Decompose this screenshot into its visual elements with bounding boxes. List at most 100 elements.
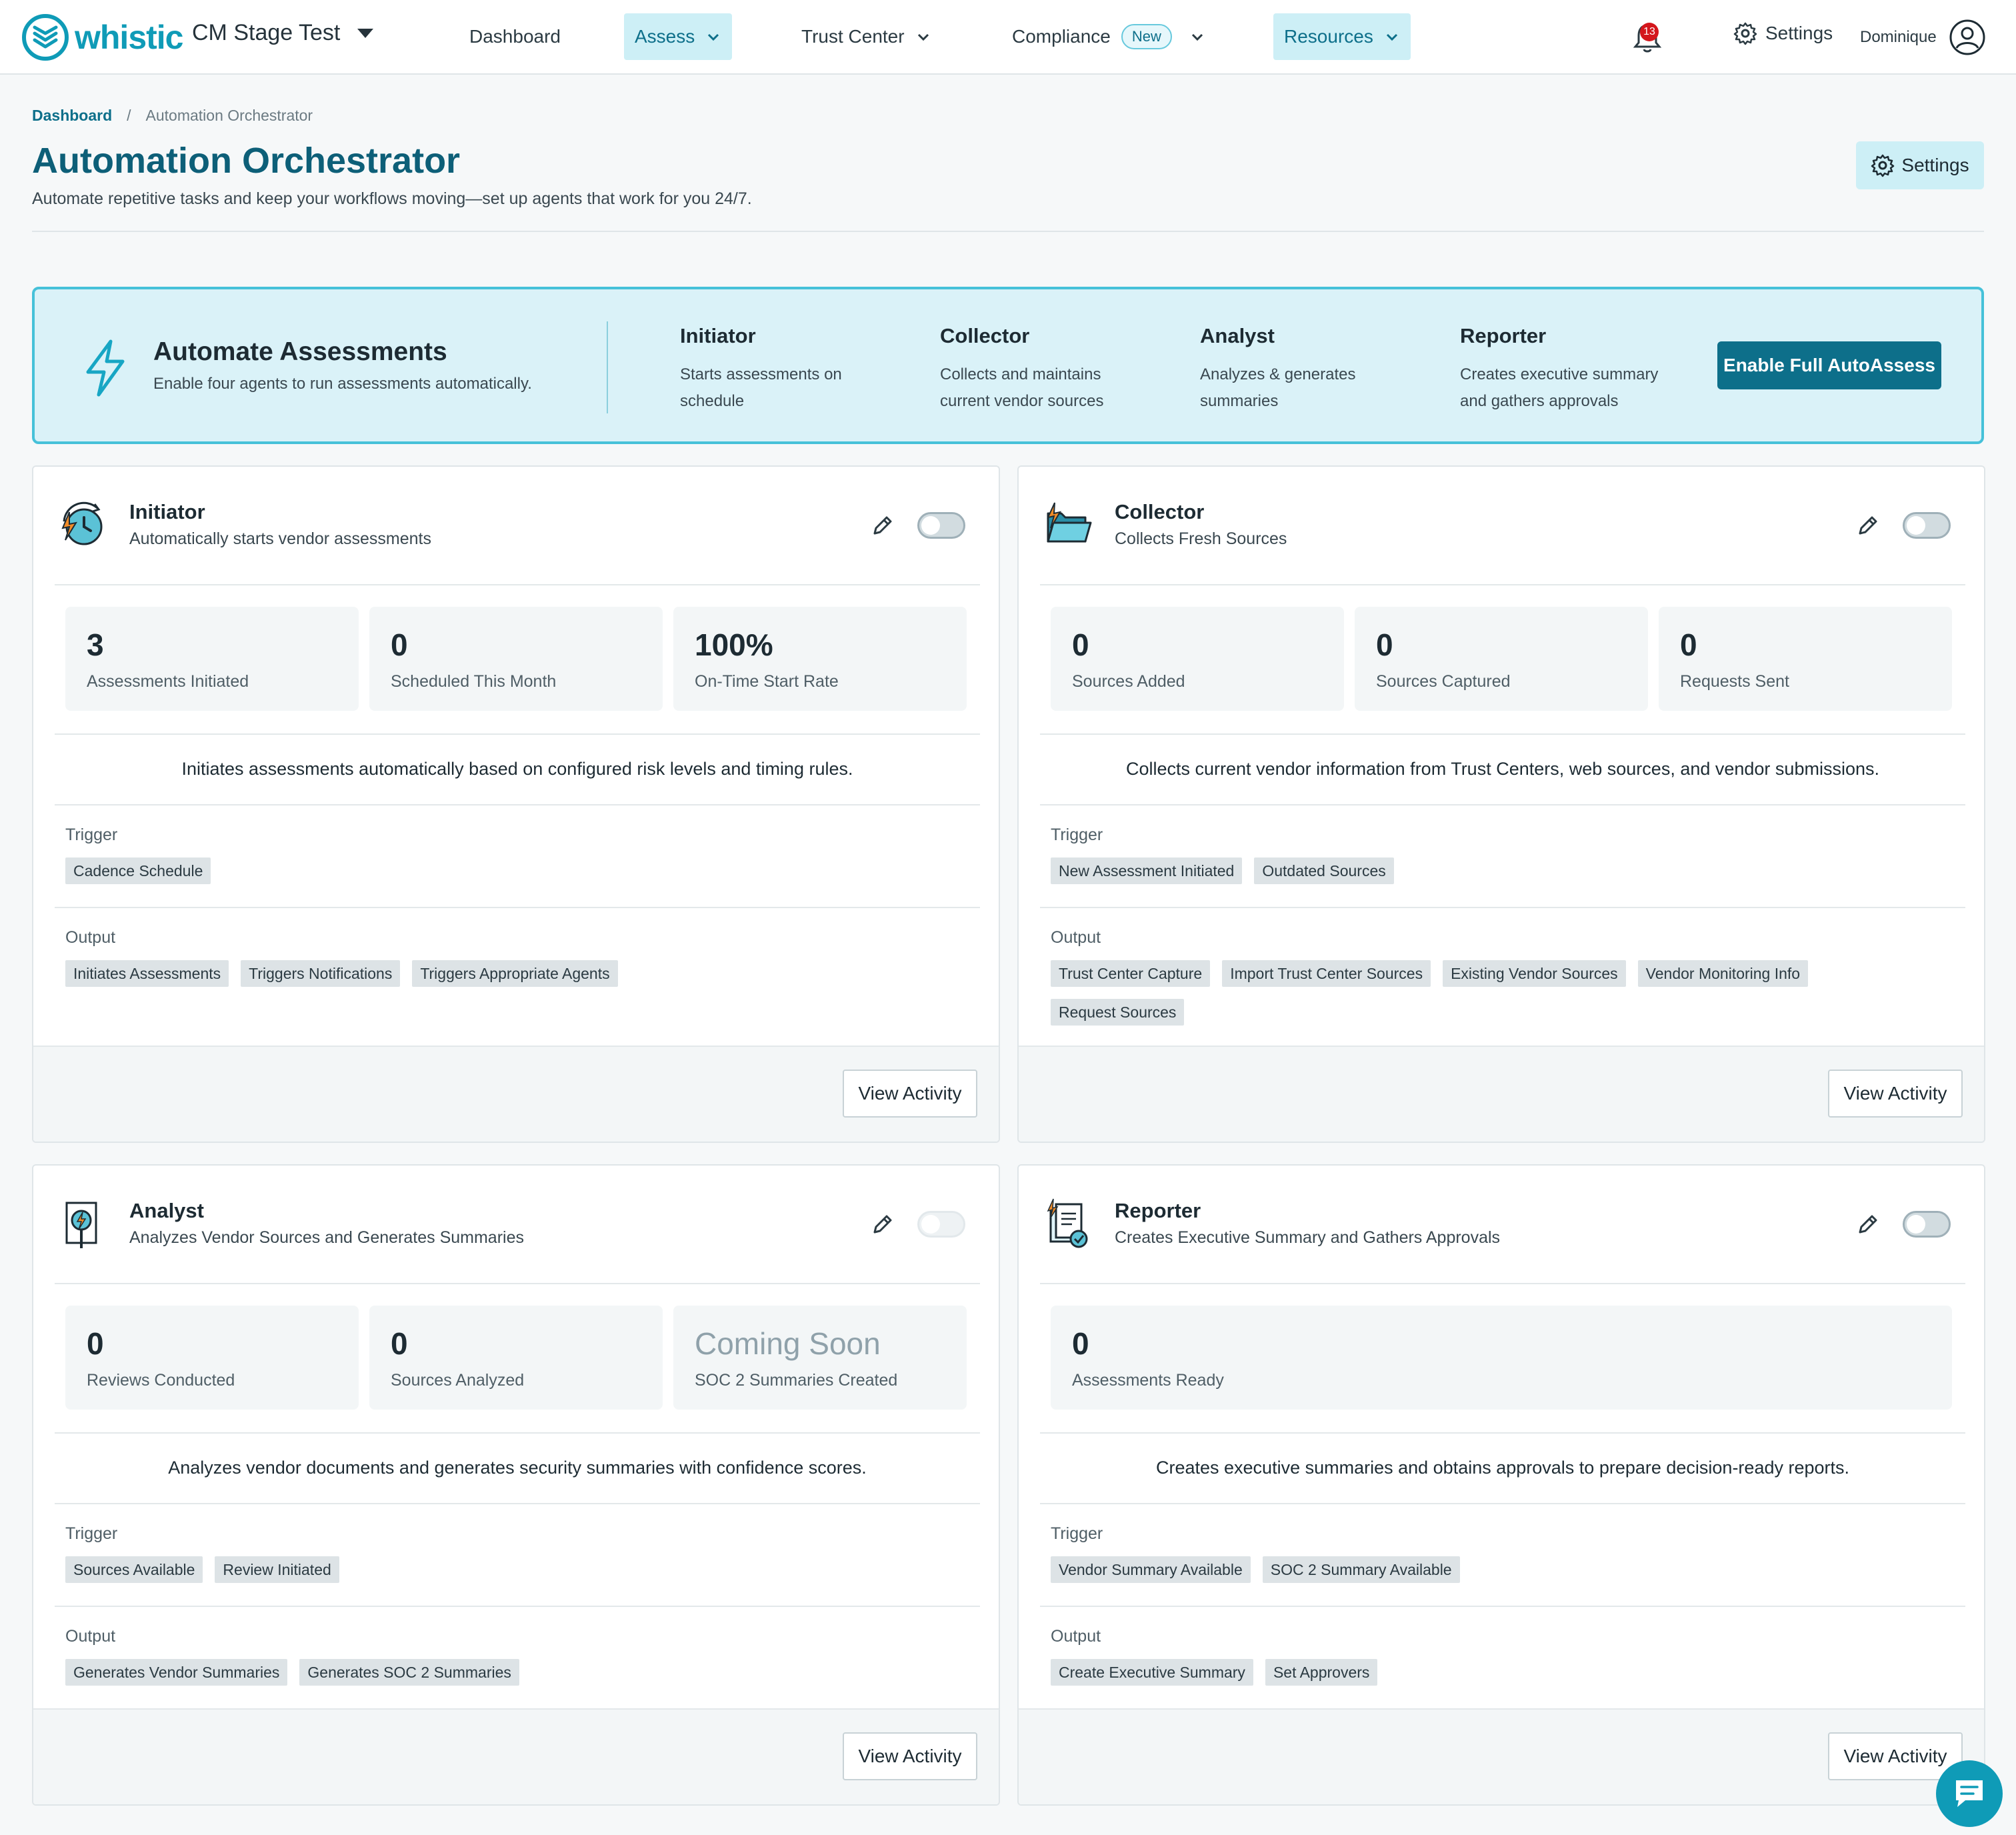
agent-enabled-toggle[interactable] xyxy=(917,1211,965,1238)
nav-resources[interactable]: Resources xyxy=(1273,13,1411,60)
trigger-label: Trigger xyxy=(65,825,118,844)
chevron-down-icon xyxy=(708,33,719,41)
card-title: Initiator xyxy=(129,500,205,523)
nav-assess-label: Assess xyxy=(635,26,695,47)
banner-agent-name: Initiator xyxy=(680,324,756,347)
brand-logo[interactable]: whistic xyxy=(21,9,183,65)
stat-value: 0 xyxy=(1680,627,1697,662)
output-chip: Request Sources xyxy=(1051,999,1185,1026)
output-chips: Create Executive Summary Set Approvers xyxy=(1051,1659,1957,1698)
output-chip: Set Approvers xyxy=(1265,1659,1378,1686)
stat-label: Sources Analyzed xyxy=(391,1371,525,1390)
chevron-down-icon xyxy=(1386,33,1397,41)
nav-assess[interactable]: Assess xyxy=(624,13,733,60)
user-menu[interactable]: Dominique xyxy=(1860,19,1986,56)
banner-title: Automate Assessments xyxy=(153,337,447,366)
pencil-edit-icon[interactable] xyxy=(1856,513,1880,537)
card-divider xyxy=(1040,1283,1965,1284)
page-title: Automation Orchestrator xyxy=(32,141,461,181)
card-subtitle: Analyzes Vendor Sources and Generates Su… xyxy=(129,1228,524,1247)
output-chip: Generates SOC 2 Summaries xyxy=(299,1659,519,1686)
agent-enabled-toggle[interactable] xyxy=(1903,1211,1951,1238)
view-activity-button[interactable]: View Activity xyxy=(843,1070,977,1118)
card-divider xyxy=(55,1432,980,1434)
pencil-edit-icon[interactable] xyxy=(1856,1212,1880,1236)
agent-enabled-toggle[interactable] xyxy=(917,512,965,539)
stat-tile: 3 Assessments Initiated xyxy=(65,607,359,711)
pencil-edit-icon[interactable] xyxy=(871,1212,895,1236)
trigger-chips: Vendor Summary Available SOC 2 Summary A… xyxy=(1051,1556,1957,1595)
card-divider xyxy=(1040,1432,1965,1434)
toggle-knob xyxy=(921,516,940,535)
nav-compliance[interactable]: Compliance New xyxy=(1001,13,1216,60)
user-name: Dominique xyxy=(1860,28,1937,46)
stat-tile: Coming Soon SOC 2 Summaries Created xyxy=(673,1306,967,1410)
recurring-schedule-icon xyxy=(61,501,103,545)
breadcrumb-separator: / xyxy=(127,107,131,124)
banner-subtitle: Enable four agents to run assessments au… xyxy=(153,375,532,393)
trigger-label: Trigger xyxy=(1051,1524,1103,1543)
nav-dashboard[interactable]: Dashboard xyxy=(459,13,571,60)
pencil-edit-icon[interactable] xyxy=(871,513,895,537)
view-activity-button[interactable]: View Activity xyxy=(843,1732,977,1780)
card-divider xyxy=(55,1606,980,1607)
banner-agent-desc-line2: summaries xyxy=(1200,392,1279,410)
banner-agent-initiator: Initiator Starts assessments on schedule xyxy=(680,324,907,415)
agent-card-reporter: Reporter Creates Executive Summary and G… xyxy=(1017,1164,1985,1806)
stat-value: 0 xyxy=(1072,1326,1089,1361)
output-chips: Generates Vendor Summaries Generates SOC… xyxy=(65,1659,972,1698)
page-settings-button[interactable]: Settings xyxy=(1856,141,1984,189)
output-label: Output xyxy=(1051,928,1101,947)
output-chip: Triggers Notifications xyxy=(241,960,401,987)
output-chip: Triggers Appropriate Agents xyxy=(412,960,618,987)
chevron-down-icon xyxy=(1191,33,1203,41)
nav-resources-label: Resources xyxy=(1284,26,1373,47)
enable-full-autoassess-button[interactable]: Enable Full AutoAssess xyxy=(1717,341,1941,389)
chat-support-button[interactable] xyxy=(1936,1760,2003,1827)
trigger-chips: Cadence Schedule xyxy=(65,857,972,896)
stat-label: Assessments Initiated xyxy=(87,672,249,691)
stat-label: On-Time Start Rate xyxy=(695,672,839,691)
output-chip: Generates Vendor Summaries xyxy=(65,1659,288,1686)
breadcrumb: Dashboard / Automation Orchestrator xyxy=(32,107,313,125)
whistic-logo-icon xyxy=(22,14,69,61)
top-settings-label: Settings xyxy=(1765,23,1833,43)
card-divider xyxy=(1040,1606,1965,1607)
output-chip: Create Executive Summary xyxy=(1051,1659,1253,1686)
org-switcher[interactable]: CM Stage Test xyxy=(192,20,374,46)
card-footer: View Activity xyxy=(1019,1046,1984,1142)
stat-value: 0 xyxy=(1072,627,1089,662)
trigger-chip: Review Initiated xyxy=(215,1556,339,1583)
agent-enabled-toggle[interactable] xyxy=(1903,512,1951,539)
stat-label: Requests Sent xyxy=(1680,672,1789,691)
view-activity-button[interactable]: View Activity xyxy=(1828,1070,1963,1118)
stat-label: SOC 2 Summaries Created xyxy=(695,1371,898,1390)
agent-card-analyst: Analyst Analyzes Vendor Sources and Gene… xyxy=(32,1164,1000,1806)
trigger-chip: Sources Available xyxy=(65,1556,203,1583)
banner-agent-desc-line2: and gathers approvals xyxy=(1460,392,1619,410)
user-avatar-icon xyxy=(1949,19,1985,55)
banner-agent-desc-line1: Starts assessments on xyxy=(680,365,842,383)
card-footer: View Activity xyxy=(33,1708,999,1804)
trigger-chip: Cadence Schedule xyxy=(65,857,211,884)
banner-agent-analyst: Analyst Analyzes & generates summaries xyxy=(1200,324,1427,415)
banner-divider xyxy=(607,321,608,413)
output-chips: Trust Center Capture Import Trust Center… xyxy=(1051,960,1957,1038)
stat-label: Reviews Conducted xyxy=(87,1371,235,1390)
breadcrumb-dashboard-link[interactable]: Dashboard xyxy=(32,107,112,125)
gear-icon xyxy=(1733,22,1757,45)
nav-trust-center[interactable]: Trust Center xyxy=(791,13,942,60)
card-divider xyxy=(1040,1503,1965,1504)
nav-compliance-label: Compliance xyxy=(1012,26,1111,47)
stat-tile: 0 Sources Captured xyxy=(1355,607,1648,711)
banner-agent-desc-line1: Analyzes & generates xyxy=(1200,365,1356,383)
banner-agent-name: Analyst xyxy=(1200,324,1275,347)
agent-card-collector: Collector Collects Fresh Sources 0 Sourc… xyxy=(1017,465,1985,1143)
card-description: Analyzes vendor documents and generates … xyxy=(168,1458,867,1478)
trigger-label: Trigger xyxy=(65,1524,118,1543)
stat-label: Sources Captured xyxy=(1376,672,1511,691)
page-settings-label: Settings xyxy=(1901,155,1969,175)
card-description: Collects current vendor information from… xyxy=(1126,759,1879,779)
top-settings-link[interactable]: Settings xyxy=(1733,21,1833,45)
top-navigation: whistic CM Stage Test Dashboard Assess T… xyxy=(0,0,2016,75)
